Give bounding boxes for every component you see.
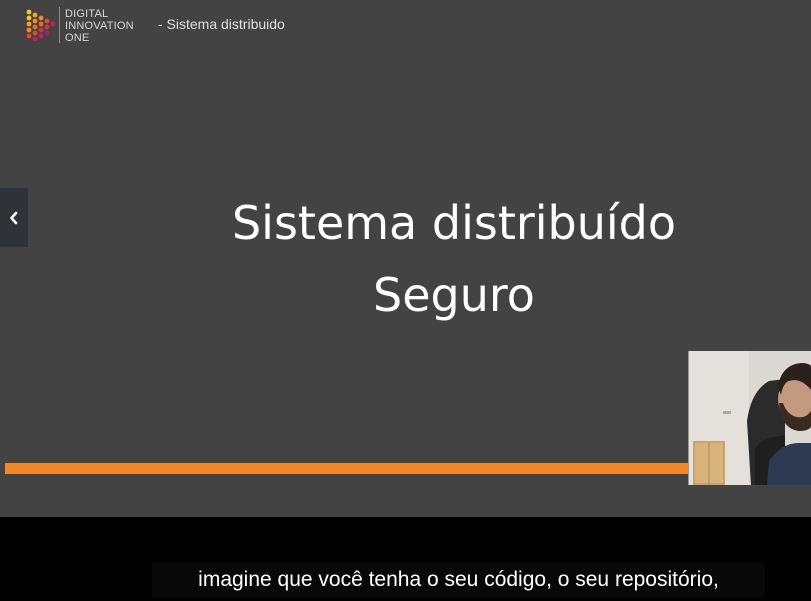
brand-line-1: DIGITAL — [65, 8, 109, 20]
presenter-video — [688, 351, 811, 485]
slide-title: Sistema distribuído Seguro — [0, 187, 811, 331]
brand-line-3: ONE — [65, 32, 90, 44]
caption-bar: imagine que você tenha o seu código, o s… — [152, 562, 765, 598]
slide-title-line-1: Sistema distribuído — [231, 196, 677, 250]
dio-logo-icon — [26, 9, 55, 42]
brand-divider — [59, 7, 60, 43]
slide-progress-bar — [5, 463, 689, 474]
brand-line-2: INNOVATION — [65, 20, 134, 32]
course-subtitle: - Sistema distribuido — [158, 16, 285, 32]
brand-name: DIGITAL INNOVATION ONE — [65, 8, 134, 44]
caption-text: imagine que você tenha o seu código, o s… — [198, 568, 719, 591]
slide-title-line-2: Seguro — [373, 268, 535, 322]
slide: DIGITAL INNOVATION ONE - Sistema distrib… — [0, 0, 811, 517]
presenter-video-frame — [689, 351, 811, 485]
